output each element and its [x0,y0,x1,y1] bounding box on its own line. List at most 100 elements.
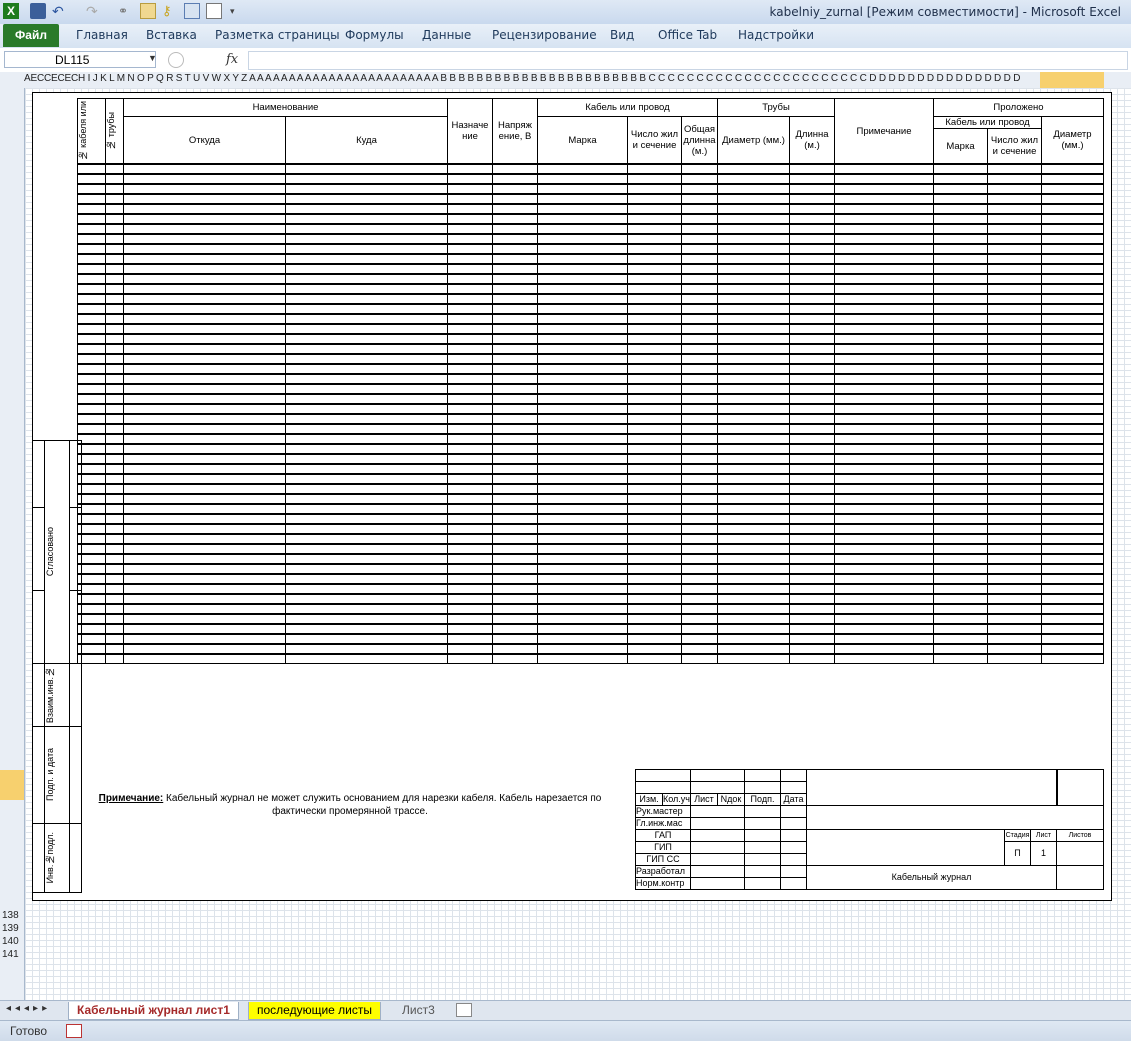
table-cell[interactable] [627,283,682,295]
table-cell[interactable] [123,513,286,525]
table-cell[interactable] [285,523,448,535]
table-cell[interactable] [681,233,718,245]
table-cell[interactable] [492,303,538,315]
table-cell[interactable] [123,273,286,285]
table-cell[interactable] [933,473,988,485]
table-cell[interactable] [789,413,835,425]
table-cell[interactable] [285,593,448,605]
table-cell[interactable] [123,533,286,545]
table-cell[interactable] [77,283,106,295]
table-cell[interactable] [492,333,538,345]
table-cell[interactable] [537,303,628,315]
table-cell[interactable] [492,393,538,405]
table-cell[interactable] [834,223,934,235]
table-cell[interactable] [789,633,835,645]
table-cell[interactable] [123,203,286,215]
table-cell[interactable] [492,373,538,385]
table-cell[interactable] [105,463,124,475]
table-cell[interactable] [537,343,628,355]
table-cell[interactable] [537,643,628,655]
table-cell[interactable] [537,633,628,645]
table-cell[interactable] [627,513,682,525]
table-cell[interactable] [987,483,1042,495]
table-cell[interactable] [717,203,790,215]
table-cell[interactable] [987,583,1042,595]
table-cell[interactable] [834,573,934,585]
table-cell[interactable] [627,353,682,365]
table-cell[interactable] [834,583,934,595]
table-cell[interactable] [834,183,934,195]
table-cell[interactable] [285,403,448,415]
table-cell[interactable] [627,253,682,265]
table-cell[interactable] [1041,233,1104,245]
table-cell[interactable] [77,393,106,405]
table-cell[interactable] [834,403,934,415]
table-cell[interactable] [123,423,286,435]
table-cell[interactable] [537,443,628,455]
table-cell[interactable] [834,203,934,215]
table-cell[interactable] [834,383,934,395]
table-cell[interactable] [447,623,493,635]
table-cell[interactable] [789,393,835,405]
table-cell[interactable] [285,363,448,375]
table-row[interactable] [77,653,1104,664]
table-cell[interactable] [987,373,1042,385]
table-cell[interactable] [105,623,124,635]
table-cell[interactable] [987,533,1042,545]
table-cell[interactable] [1041,223,1104,235]
table-cell[interactable] [447,593,493,605]
table-cell[interactable] [717,273,790,285]
redo-icon[interactable]: ↷ [86,3,102,19]
table-cell[interactable] [789,473,835,485]
table-cell[interactable] [285,423,448,435]
table-cell[interactable] [123,283,286,295]
table-cell[interactable] [933,273,988,285]
table-cell[interactable] [1041,253,1104,265]
table-cell[interactable] [627,413,682,425]
table-cell[interactable] [537,513,628,525]
table-cell[interactable] [933,653,988,664]
table-cell[interactable] [1041,333,1104,345]
table-cell[interactable] [537,263,628,275]
table-cell[interactable] [537,313,628,325]
table-cell[interactable] [447,633,493,645]
table-cell[interactable] [537,453,628,465]
table-cell[interactable] [933,183,988,195]
table-cell[interactable] [537,613,628,625]
table-cell[interactable] [834,363,934,375]
table-cell[interactable] [834,193,934,205]
table-cell[interactable] [492,433,538,445]
table-cell[interactable] [123,543,286,555]
table-cell[interactable] [447,523,493,535]
table-cell[interactable] [77,293,106,305]
table-cell[interactable] [834,613,934,625]
table-cell[interactable] [1041,323,1104,335]
table-cell[interactable] [285,653,448,664]
table-cell[interactable] [123,443,286,455]
table-cell[interactable] [285,173,448,185]
table-cell[interactable] [537,213,628,225]
table-row[interactable] [77,613,1104,625]
table-cell[interactable] [537,253,628,265]
name-box[interactable]: DL115 [4,51,156,68]
table-row[interactable] [77,643,1104,655]
table-cell[interactable] [105,613,124,625]
table-cell[interactable] [789,643,835,655]
table-cell[interactable] [447,433,493,445]
table-cell[interactable] [681,483,718,495]
table-cell[interactable] [123,243,286,255]
table-row[interactable] [77,453,1104,465]
table-cell[interactable] [627,273,682,285]
table-cell[interactable] [627,613,682,625]
table-cell[interactable] [537,403,628,415]
insert-sheet-icon[interactable] [456,1003,472,1017]
table-cell[interactable] [285,603,448,615]
table-cell[interactable] [627,543,682,555]
table-cell[interactable] [537,353,628,365]
table-cell[interactable] [1041,293,1104,305]
table-cell[interactable] [492,193,538,205]
table-cell[interactable] [987,493,1042,505]
sheet-tab-3[interactable]: Лист3 [394,1002,443,1019]
table-cell[interactable] [834,353,934,365]
table-cell[interactable] [447,563,493,575]
